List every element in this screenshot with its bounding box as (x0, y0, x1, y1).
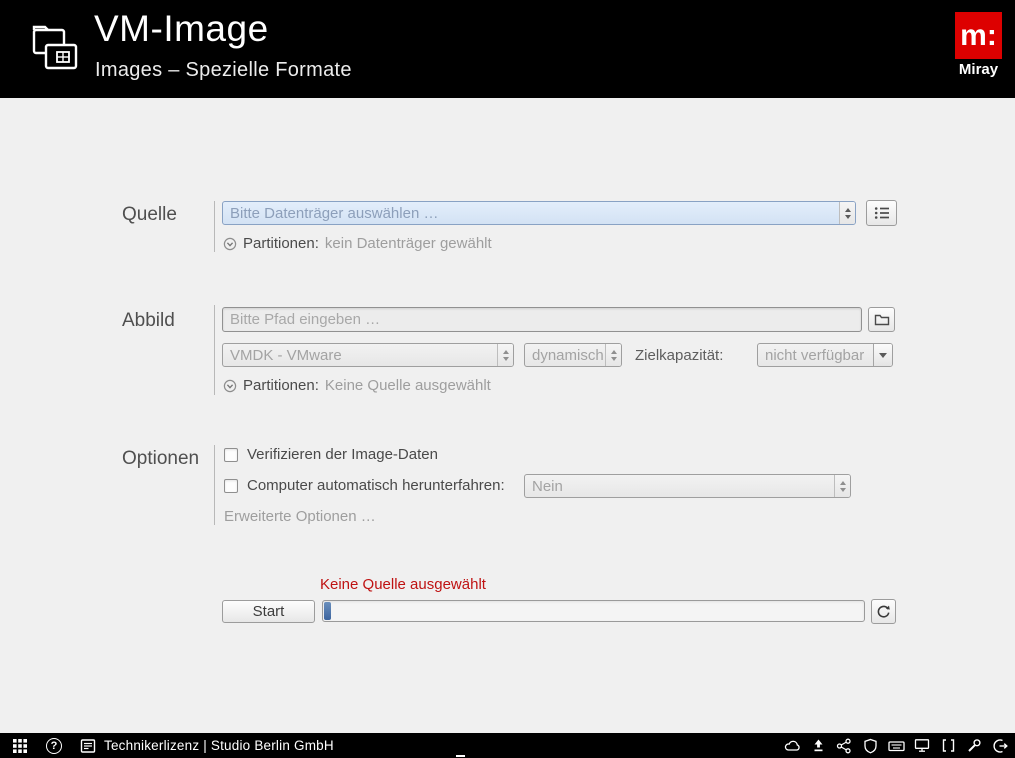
verify-label: Verifizieren der Image-Daten (247, 446, 438, 463)
app-images-icon (26, 20, 82, 78)
folder-icon (874, 313, 890, 326)
quelle-partitions-value: kein Datenträger gewählt (324, 235, 492, 252)
capacity-combobox[interactable]: nicht verfügbar (757, 343, 893, 367)
page-subtitle: Images – Spezielle Formate (95, 59, 352, 81)
start-button-label: Start (252, 603, 285, 620)
console-brackets-icon[interactable] (939, 737, 957, 754)
section-label-optionen: Optionen (122, 448, 200, 469)
image-format-combobox[interactable]: VMDK - VMware (222, 343, 514, 367)
eject-upload-icon[interactable] (809, 737, 827, 754)
shutdown-mode-combobox[interactable]: Nein (524, 474, 851, 498)
shutdown-option-row: Computer automatisch herunterfahren: (224, 477, 505, 494)
spinner-arrows-icon[interactable] (497, 344, 513, 366)
image-path-input[interactable] (222, 307, 862, 332)
spinner-arrows-icon[interactable] (605, 344, 621, 366)
vm-image-window: VM-Image Images – Spezielle Formate m: M… (0, 0, 1015, 758)
chevron-down-icon[interactable] (873, 344, 892, 366)
miray-logo: m: Miray (955, 12, 1002, 78)
section-label-abbild: Abbild (122, 310, 175, 331)
logout-icon[interactable] (991, 737, 1009, 754)
shutdown-label: Computer automatisch herunterfahren: (247, 477, 505, 494)
spinner-arrows-icon[interactable] (839, 202, 855, 224)
refresh-button[interactable] (871, 599, 896, 624)
source-disk-placeholder: Bitte Datenträger auswählen … (230, 204, 439, 222)
miray-logo-mark: m: (955, 12, 1002, 59)
start-button[interactable]: Start (222, 600, 315, 623)
monitor-icon[interactable] (913, 737, 931, 754)
cloud-icon[interactable] (783, 737, 801, 754)
quelle-partitions-label: Partitionen: (243, 235, 319, 252)
footer-indicator (456, 755, 465, 757)
abbild-partitions-value: Keine Quelle ausgewählt (324, 377, 491, 394)
advanced-options-link[interactable]: Erweiterte Optionen … (224, 508, 376, 525)
refresh-icon (876, 604, 891, 619)
header: VM-Image Images – Spezielle Formate m: M… (0, 0, 1015, 98)
progress-bar (322, 600, 865, 622)
license-icon[interactable] (79, 737, 97, 754)
divider-quelle (214, 201, 215, 252)
footer: ? Technikerlizenz | Studio Berlin GmbH (0, 733, 1015, 758)
expander-icon[interactable] (223, 379, 237, 393)
wrench-icon[interactable] (965, 737, 983, 754)
app-grid-icon[interactable] (11, 737, 29, 754)
shield-icon[interactable] (861, 737, 879, 754)
keyboard-icon[interactable] (887, 737, 905, 754)
divider-optionen (214, 445, 215, 525)
shutdown-mode-value: Nein (532, 477, 563, 495)
miray-logo-brand: Miray (958, 61, 999, 78)
help-icon[interactable]: ? (46, 737, 62, 754)
abbild-partitions-row: Partitionen: Keine Quelle ausgewählt (223, 377, 491, 394)
source-disk-combobox[interactable]: Bitte Datenträger auswählen … (222, 201, 856, 225)
status-message: Keine Quelle ausgewählt (320, 576, 486, 593)
share-nodes-icon[interactable] (835, 737, 853, 754)
license-text: Technikerlizenz | Studio Berlin GmbH (104, 738, 334, 753)
quelle-partitions-row: Partitionen: kein Datenträger gewählt (223, 235, 492, 252)
allocation-value: dynamisch (532, 346, 604, 364)
abbild-partitions-label: Partitionen: (243, 377, 319, 394)
progress-segment (324, 602, 331, 620)
verify-checkbox[interactable] (224, 447, 238, 462)
verify-option-row: Verifizieren der Image-Daten (224, 446, 438, 463)
allocation-combobox[interactable]: dynamisch (524, 343, 622, 367)
divider-abbild (214, 305, 215, 395)
disk-list-button[interactable] (866, 200, 897, 226)
image-format-value: VMDK - VMware (230, 346, 342, 364)
page-title: VM-Image (94, 8, 269, 49)
capacity-value: nicht verfügbar (765, 346, 865, 364)
spinner-arrows-icon[interactable] (834, 475, 850, 497)
capacity-label: Zielkapazität: (635, 347, 724, 364)
shutdown-checkbox[interactable] (224, 478, 238, 493)
section-label-quelle: Quelle (122, 204, 177, 225)
expander-icon[interactable] (223, 237, 237, 251)
browse-folder-button[interactable] (868, 307, 895, 332)
list-icon (874, 206, 890, 220)
